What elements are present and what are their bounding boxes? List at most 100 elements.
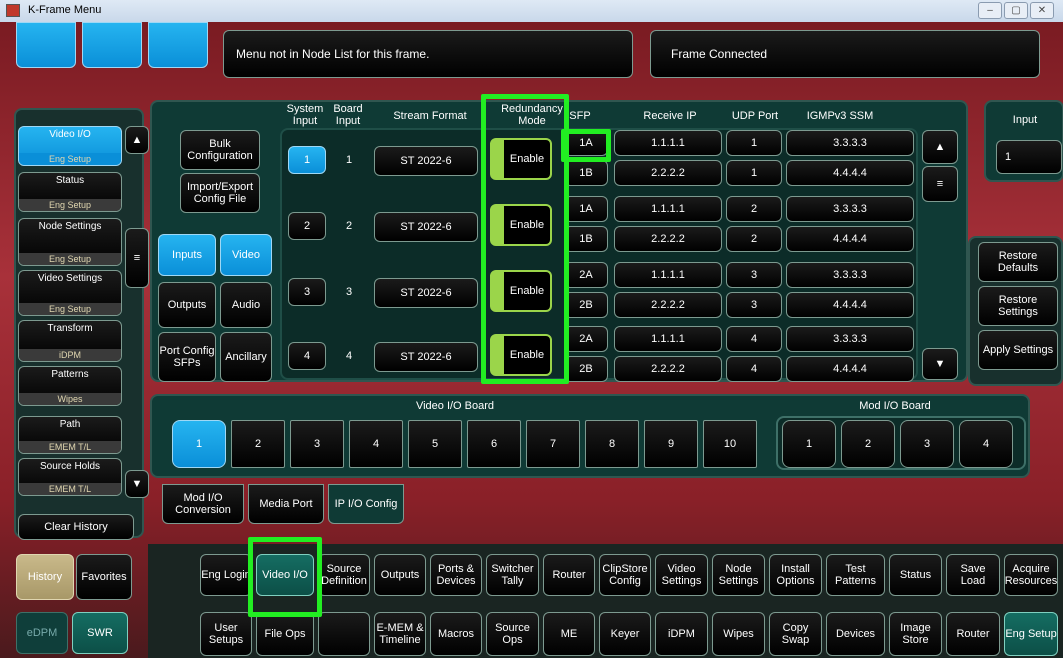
menu1-3[interactable]: Outputs — [374, 554, 426, 596]
menu2-9[interactable]: Wipes — [712, 612, 765, 656]
system-input-3[interactable]: 3 — [288, 278, 326, 306]
top-tab-2[interactable] — [82, 22, 142, 68]
menu2-0[interactable]: User Setups — [200, 612, 252, 656]
receive-ip-a-2[interactable]: 1.1.1.1 — [614, 196, 722, 222]
sfp-b-2[interactable]: 1B — [564, 226, 608, 252]
video-board-10[interactable]: 10 — [703, 420, 757, 468]
video-board-3[interactable]: 3 — [290, 420, 344, 468]
edpm-button[interactable]: eDPM — [16, 612, 68, 654]
tab-media-port[interactable]: Media Port — [248, 484, 324, 524]
stream-format-3[interactable]: ST 2022-6 — [374, 278, 478, 308]
system-input-2[interactable]: 2 — [288, 212, 326, 240]
tab-mod-io-conversion[interactable]: Mod I/O Conversion — [162, 484, 244, 524]
system-input-4[interactable]: 4 — [288, 342, 326, 370]
outputs-button[interactable]: Outputs — [158, 282, 216, 328]
menu2-2[interactable] — [318, 612, 370, 656]
top-tab-1[interactable] — [16, 22, 76, 68]
system-input-1[interactable]: 1 — [288, 146, 326, 174]
sfp-a-3[interactable]: 2A — [564, 262, 608, 288]
udp-port-b-4[interactable]: 4 — [726, 356, 782, 382]
history-button[interactable]: History — [16, 554, 74, 600]
udp-port-a-1[interactable]: 1 — [726, 130, 782, 156]
igmp-ssm-a-4[interactable]: 3.3.3.3 — [786, 326, 914, 352]
menu2-8[interactable]: iDPM — [655, 612, 708, 656]
menu1-5[interactable]: Switcher Tally — [486, 554, 539, 596]
menu2-12[interactable]: Image Store — [889, 612, 942, 656]
nav-item-2[interactable]: Node Settings Eng Setup — [18, 218, 122, 266]
ancillary-button[interactable]: Ancillary — [220, 332, 272, 382]
igmp-ssm-a-3[interactable]: 3.3.3.3 — [786, 262, 914, 288]
sfp-b-3[interactable]: 2B — [564, 292, 608, 318]
menu1-2[interactable]: Source Definition — [318, 554, 370, 596]
menu1-11[interactable]: Test Patterns — [826, 554, 885, 596]
receive-ip-a-4[interactable]: 1.1.1.1 — [614, 326, 722, 352]
input-value-field[interactable]: 1 — [996, 140, 1062, 174]
menu2-6[interactable]: ME — [543, 612, 595, 656]
video-board-9[interactable]: 9 — [644, 420, 698, 468]
nav-item-5[interactable]: Patterns Wipes — [18, 366, 122, 406]
receive-ip-b-2[interactable]: 2.2.2.2 — [614, 226, 722, 252]
udp-port-a-3[interactable]: 3 — [726, 262, 782, 288]
mod-board-2[interactable]: 2 — [841, 420, 895, 468]
menu1-4[interactable]: Ports & Devices — [430, 554, 482, 596]
table-scroll-handle[interactable]: ≡ — [922, 166, 958, 202]
menu2-7[interactable]: Keyer — [599, 612, 651, 656]
nav-scroll-down[interactable]: ▼ — [125, 470, 149, 498]
nav-item-6[interactable]: Path EMEM T/L — [18, 416, 122, 454]
menu1-7[interactable]: ClipStore Config — [599, 554, 651, 596]
igmp-ssm-b-4[interactable]: 4.4.4.4 — [786, 356, 914, 382]
receive-ip-b-3[interactable]: 2.2.2.2 — [614, 292, 722, 318]
igmp-ssm-b-3[interactable]: 4.4.4.4 — [786, 292, 914, 318]
receive-ip-a-3[interactable]: 1.1.1.1 — [614, 262, 722, 288]
mod-board-3[interactable]: 3 — [900, 420, 954, 468]
sfp-b-4[interactable]: 2B — [564, 356, 608, 382]
menu1-6[interactable]: Router — [543, 554, 595, 596]
nav-item-1[interactable]: Status Eng Setup — [18, 172, 122, 212]
receive-ip-b-1[interactable]: 2.2.2.2 — [614, 160, 722, 186]
menu1-14[interactable]: Acquire Resources — [1004, 554, 1058, 596]
igmp-ssm-b-1[interactable]: 4.4.4.4 — [786, 160, 914, 186]
video-button[interactable]: Video — [220, 234, 272, 276]
stream-format-1[interactable]: ST 2022-6 — [374, 146, 478, 176]
video-board-2[interactable]: 2 — [231, 420, 285, 468]
nav-item-7[interactable]: Source Holds EMEM T/L — [18, 458, 122, 496]
bulk-config-button[interactable]: Bulk Configuration — [180, 130, 260, 170]
mod-board-4[interactable]: 4 — [959, 420, 1013, 468]
sfp-a-4[interactable]: 2A — [564, 326, 608, 352]
menu1-0[interactable]: Eng Login — [200, 554, 252, 596]
nav-item-4[interactable]: Transform iDPM — [18, 320, 122, 362]
tab-ip-io-config[interactable]: IP I/O Config — [328, 484, 404, 524]
video-board-7[interactable]: 7 — [526, 420, 580, 468]
receive-ip-a-1[interactable]: 1.1.1.1 — [614, 130, 722, 156]
nav-item-0[interactable]: Video I/O Eng Setup — [18, 126, 122, 166]
video-board-8[interactable]: 8 — [585, 420, 639, 468]
port-config-sfps-button[interactable]: Port Config SFPs — [158, 332, 216, 382]
import-export-button[interactable]: Import/Export Config File — [180, 173, 260, 213]
sfp-a-2[interactable]: 1A — [564, 196, 608, 222]
swr-button[interactable]: SWR — [72, 612, 128, 654]
menu2-10[interactable]: Copy Swap — [769, 612, 822, 656]
stream-format-4[interactable]: ST 2022-6 — [374, 342, 478, 372]
igmp-ssm-a-1[interactable]: 3.3.3.3 — [786, 130, 914, 156]
menu2-3[interactable]: E-MEM & Timeline — [374, 612, 426, 656]
restore-defaults-button[interactable]: Restore Defaults — [978, 242, 1058, 282]
menu1-9[interactable]: Node Settings — [712, 554, 765, 596]
nav-scroll-up[interactable]: ▲ — [125, 126, 149, 154]
menu1-13[interactable]: Save Load — [946, 554, 1000, 596]
stream-format-2[interactable]: ST 2022-6 — [374, 212, 478, 242]
menu2-1[interactable]: File Ops — [256, 612, 314, 656]
close-button[interactable]: ✕ — [1030, 2, 1054, 19]
video-board-4[interactable]: 4 — [349, 420, 403, 468]
inputs-button[interactable]: Inputs — [158, 234, 216, 276]
nav-scroll-handle[interactable]: ≡ — [125, 228, 149, 288]
video-board-5[interactable]: 5 — [408, 420, 462, 468]
maximize-button[interactable]: ▢ — [1004, 2, 1028, 19]
restore-settings-button[interactable]: Restore Settings — [978, 286, 1058, 326]
receive-ip-b-4[interactable]: 2.2.2.2 — [614, 356, 722, 382]
udp-port-a-4[interactable]: 4 — [726, 326, 782, 352]
video-board-1[interactable]: 1 — [172, 420, 226, 468]
udp-port-b-3[interactable]: 3 — [726, 292, 782, 318]
mod-board-1[interactable]: 1 — [782, 420, 836, 468]
menu1-10[interactable]: Install Options — [769, 554, 822, 596]
menu2-4[interactable]: Macros — [430, 612, 482, 656]
